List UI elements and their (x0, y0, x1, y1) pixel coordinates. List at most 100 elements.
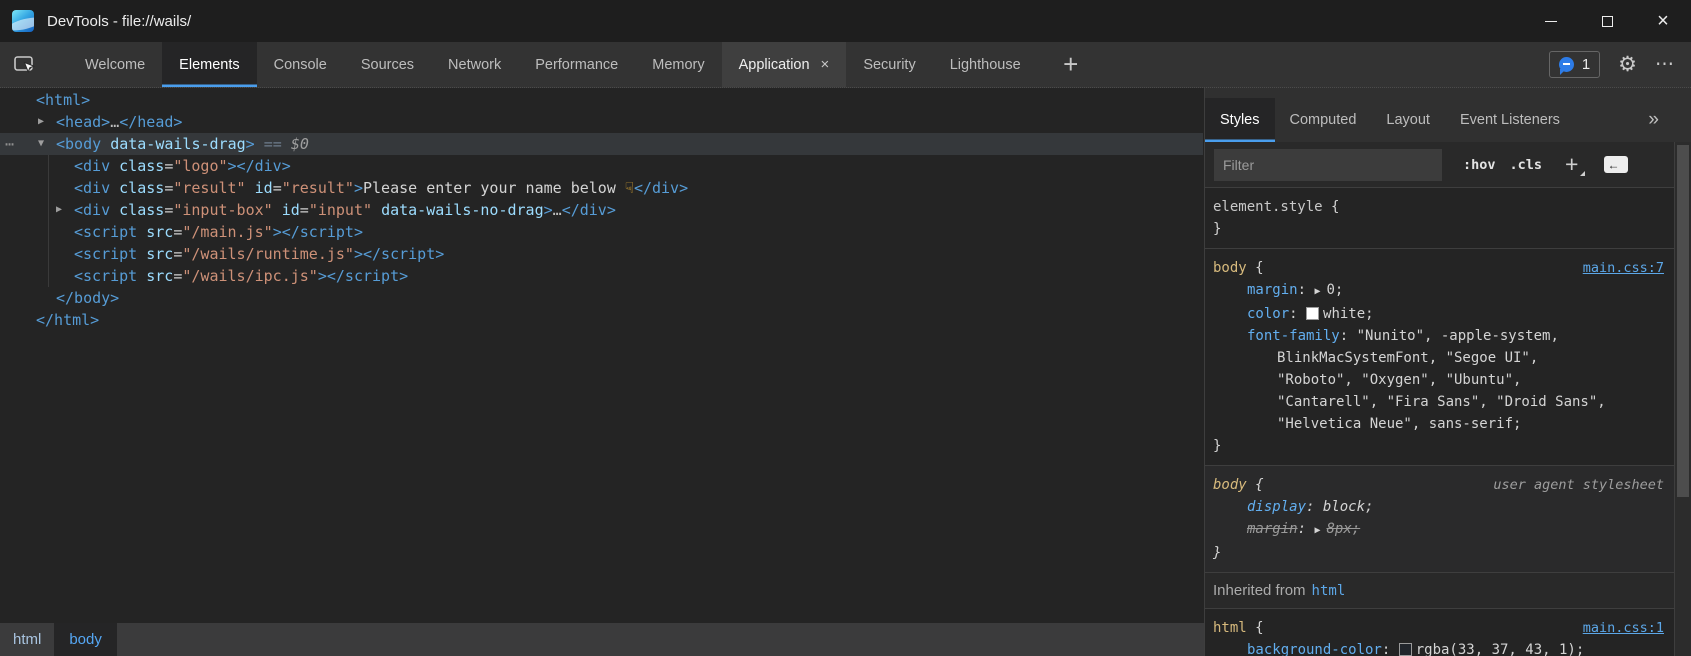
token: <head> (56, 113, 110, 131)
stylesheet-link[interactable]: main.css:1 (1583, 617, 1664, 639)
css-property-value: "Nunito", -apple-system, (1357, 328, 1559, 344)
code-text: <head>…</head> (0, 111, 182, 133)
css-property-value: 8px; (1326, 521, 1360, 537)
feedback-bubble-icon (1559, 57, 1574, 72)
style-rule: main.css:1html {background-color: rgba(3… (1205, 609, 1674, 656)
styles-scrollbar[interactable] (1674, 142, 1691, 656)
more-tools-button[interactable]: + (1050, 42, 1092, 87)
inherited-from-header: Inherited fromhtml (1205, 573, 1674, 609)
tab-label: Console (274, 57, 327, 73)
customize-menu-icon[interactable]: ⋯ (1655, 53, 1675, 76)
close-button[interactable]: × (1635, 0, 1691, 42)
color-swatch[interactable] (1306, 307, 1319, 320)
css-property-value: rgba(33, 37, 43, 1); (1416, 642, 1585, 656)
crumb-body[interactable]: body (54, 623, 117, 656)
tree-line[interactable]: <html> (0, 89, 1203, 111)
toggle-element-state-button[interactable]: :hov (1463, 157, 1496, 173)
tab-label: Memory (652, 57, 704, 73)
sidebar-tab-styles[interactable]: Styles (1205, 98, 1275, 142)
tree-line[interactable]: <div class="result" id="result">Please e… (0, 177, 1203, 199)
tree-line[interactable]: <script src="/wails/runtime.js"></script… (0, 243, 1203, 265)
disclosure-collapsed-icon[interactable]: ▶ (56, 199, 62, 221)
tree-line[interactable]: </html> (0, 309, 1203, 331)
css-property-line[interactable]: color: white; (1213, 303, 1664, 325)
indent-guide (48, 265, 49, 287)
tree-line[interactable]: ▶<div class="input-box" id="input" data-… (0, 199, 1203, 221)
tab-sources[interactable]: Sources (344, 42, 431, 87)
tab-lighthouse[interactable]: Lighthouse (933, 42, 1038, 87)
tab-label: Lighthouse (950, 57, 1021, 73)
property-colon: : (1298, 282, 1315, 298)
tree-line[interactable]: </body> (0, 287, 1203, 309)
css-property-line[interactable]: margin: ▶ 0; (1213, 279, 1664, 303)
token: "input-box" (173, 201, 272, 219)
sidebar-tabs: StylesComputedLayoutEvent Listeners » (1205, 88, 1691, 142)
sidebar-tab-computed[interactable]: Computed (1275, 98, 1372, 142)
close-tab-icon[interactable]: × (821, 56, 830, 73)
tree-line[interactable]: <script src="/wails/ipc.js"></script> (0, 265, 1203, 287)
minimize-button[interactable] (1523, 0, 1579, 42)
css-property-name: font-family (1247, 328, 1340, 344)
rule-selector[interactable]: element.style (1213, 199, 1323, 215)
sidebar-tab-event-listeners[interactable]: Event Listeners (1445, 98, 1575, 142)
rule-selector[interactable]: body (1213, 260, 1247, 276)
tree-line[interactable]: <div class="logo"></div> (0, 155, 1203, 177)
styles-filter-input[interactable] (1214, 149, 1442, 181)
stylesheet-link[interactable]: main.css:7 (1583, 257, 1664, 279)
add-class-button[interactable]: .cls (1510, 157, 1543, 173)
css-property-line[interactable]: background-color: rgba(33, 37, 43, 1); (1213, 639, 1664, 656)
token: = (164, 157, 173, 175)
css-property-line[interactable]: display: block; (1213, 496, 1664, 518)
property-colon: : (1382, 642, 1399, 656)
issues-counter-button[interactable]: 1 (1549, 51, 1600, 78)
tab-console[interactable]: Console (257, 42, 344, 87)
token: <div (74, 179, 119, 197)
tab-application[interactable]: Application× (722, 42, 847, 87)
tab-elements[interactable]: Elements (162, 42, 256, 87)
tab-performance[interactable]: Performance (518, 42, 635, 87)
inherited-element-link[interactable]: html (1312, 583, 1346, 599)
tab-memory[interactable]: Memory (635, 42, 721, 87)
css-property-name: margin (1247, 521, 1298, 537)
token: "/wails/ipc.js" (182, 267, 317, 285)
tree-line[interactable]: ▶<head>…</head> (0, 111, 1203, 133)
disclosure-collapsed-icon[interactable]: ▶ (38, 111, 44, 133)
scrollbar-thumb[interactable] (1677, 145, 1689, 497)
code-text: <script src="/wails/runtime.js"></script… (0, 243, 444, 265)
token: class (119, 157, 164, 175)
css-property-line[interactable]: margin: ▶ 8px; (1213, 518, 1664, 542)
token: <script (74, 223, 146, 241)
disclosure-expanded-icon[interactable]: ▼ (38, 133, 44, 155)
inspect-element-button[interactable] (4, 42, 46, 87)
dom-tree: <html>▶<head>…</head>⋯▼<body data-wails-… (0, 88, 1203, 331)
token: src (146, 267, 173, 285)
color-swatch[interactable] (1399, 643, 1412, 656)
css-property-line[interactable]: font-family: "Nunito", -apple-system, (1213, 325, 1664, 347)
tree-line[interactable]: ⋯▼<body data-wails-drag> == $0 (0, 133, 1203, 155)
tab-network[interactable]: Network (431, 42, 518, 87)
open-brace: { (1323, 199, 1340, 215)
tab-welcome[interactable]: Welcome (68, 42, 162, 87)
sidebar-tab-layout[interactable]: Layout (1371, 98, 1445, 142)
toggle-sidebar-icon[interactable]: ← (1604, 156, 1628, 173)
tree-line[interactable]: <script src="/main.js"></script> (0, 221, 1203, 243)
tab-security[interactable]: Security (846, 42, 932, 87)
inspect-icon (13, 53, 38, 76)
maximize-button[interactable] (1579, 0, 1635, 42)
expand-arrow-icon[interactable]: ▶ (1314, 525, 1326, 536)
new-style-rule-button[interactable]: + (1565, 153, 1578, 176)
rule-selector[interactable]: body (1213, 477, 1247, 493)
css-property-name: background-color (1247, 642, 1382, 656)
token: <div (74, 201, 119, 219)
styles-toolbar: :hov .cls + ← (1205, 142, 1691, 188)
indent-guide (48, 221, 49, 243)
settings-gear-icon[interactable]: ⚙ (1618, 52, 1637, 77)
token: <script (74, 267, 146, 285)
rule-selector[interactable]: html (1213, 620, 1247, 636)
row-menu-dots-icon[interactable]: ⋯ (5, 133, 13, 155)
expand-arrow-icon[interactable]: ▶ (1314, 286, 1326, 297)
token: <script (74, 245, 146, 263)
token: ></script> (318, 267, 408, 285)
tab-overflow-icon[interactable]: » (1648, 109, 1659, 131)
crumb-html[interactable]: html (0, 623, 54, 656)
